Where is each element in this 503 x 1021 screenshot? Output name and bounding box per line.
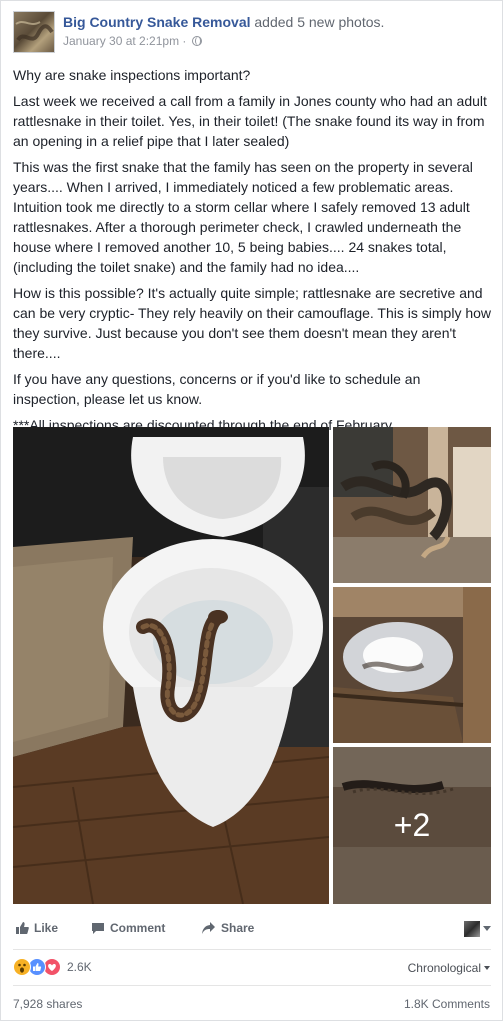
page-avatar[interactable]	[13, 11, 55, 53]
wow-icon	[13, 958, 31, 976]
post-paragraph: This was the first snake that the family…	[13, 159, 473, 275]
action-bar: Like Comment Share	[13, 916, 491, 946]
comment-icon	[92, 923, 104, 934]
comment-button[interactable]: Comment	[91, 921, 165, 935]
divider	[13, 985, 491, 986]
photo-toilet-snake[interactable]	[13, 427, 329, 904]
chevron-down-icon	[483, 926, 491, 932]
like-button[interactable]: Like	[15, 921, 58, 935]
chevron-down-icon	[484, 966, 490, 970]
post-paragraph: If you have any questions, concerns or i…	[13, 371, 421, 407]
post-action-text: added 5 new photos.	[254, 14, 385, 30]
photo-crawlspace[interactable]	[333, 587, 491, 743]
more-photos-overlay[interactable]: +2	[333, 747, 491, 904]
share-label: Share	[221, 921, 255, 935]
photo-grid: +2	[13, 427, 491, 904]
globe-icon[interactable]	[191, 36, 202, 46]
meta-separator: ·	[182, 34, 187, 48]
comment-sort-dropdown[interactable]: Chronological	[408, 961, 490, 975]
post-header: Big Country Snake Removal added 5 new ph…	[13, 11, 493, 55]
post-paragraph: Last week we received a call from a fami…	[13, 93, 487, 149]
reaction-icons	[13, 958, 67, 976]
share-arrow-icon	[202, 922, 215, 934]
reaction-count[interactable]: 2.6K	[67, 960, 92, 974]
viewer-avatar	[464, 920, 480, 937]
post-card: Big Country Snake Removal added 5 new ph…	[0, 0, 503, 1021]
share-button[interactable]: Share	[201, 921, 254, 935]
page-name-link[interactable]: Big Country Snake Removal	[63, 14, 251, 30]
like-label: Like	[34, 921, 59, 935]
shares-count[interactable]: 7,928 shares	[13, 997, 82, 1011]
header-title-line: Big Country Snake Removal added 5 new ph…	[63, 14, 384, 30]
sort-label: Chronological	[407, 961, 481, 975]
post-timestamp[interactable]: January 30 at 2:21pm	[63, 34, 179, 48]
comment-label: Comment	[110, 921, 166, 935]
post-as-selector[interactable]	[464, 920, 491, 938]
post-meta: January 30 at 2:21pm ·	[63, 34, 202, 48]
thumbs-up-icon	[16, 922, 29, 934]
comments-count[interactable]: 1.8K Comments	[404, 997, 490, 1011]
post-paragraph: How is this possible? It's actually quit…	[13, 285, 492, 361]
post-body: Why are snake inspections important? Las…	[13, 65, 491, 441]
photo-cellar-snakes[interactable]	[333, 427, 491, 583]
post-paragraph: Why are snake inspections important?	[13, 67, 251, 83]
divider	[13, 949, 491, 950]
photo-more[interactable]: +2	[333, 747, 491, 904]
